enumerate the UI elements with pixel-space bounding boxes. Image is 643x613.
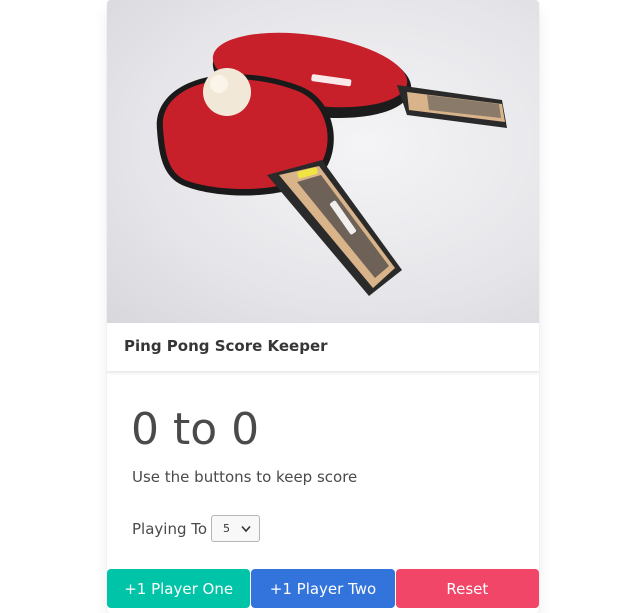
playing-to-select[interactable]: 5: [211, 515, 261, 542]
reset-button[interactable]: Reset: [395, 569, 539, 608]
player-two-score: 0: [231, 404, 260, 455]
ping-pong-paddles-image: [156, 32, 507, 296]
instructions-text: Use the buttons to keep score: [132, 468, 358, 486]
playing-to-field: Playing To 5: [132, 515, 261, 542]
card-header-title: Ping Pong Score Keeper: [124, 337, 328, 355]
player-two-button[interactable]: +1 Player Two: [251, 569, 395, 608]
player-one-score: 0: [131, 404, 159, 455]
playing-to-selected-value: 5: [223, 522, 231, 535]
button-footer: +1 Player One +1 Player Two Reset: [107, 569, 539, 608]
playing-to-label: Playing To: [132, 519, 208, 538]
card-header: Ping Pong Score Keeper: [107, 323, 539, 371]
chevron-down-icon: [241, 525, 251, 533]
ping-pong-ball: [203, 68, 251, 116]
card-image: [107, 0, 539, 323]
score-keeper-card: Ping Pong Score Keeper 0 to 0 Use the bu…: [107, 0, 539, 613]
player-one-button[interactable]: +1 Player One: [107, 569, 251, 608]
score-display: 0 to 0: [131, 402, 259, 458]
score-separator: to: [173, 404, 218, 455]
